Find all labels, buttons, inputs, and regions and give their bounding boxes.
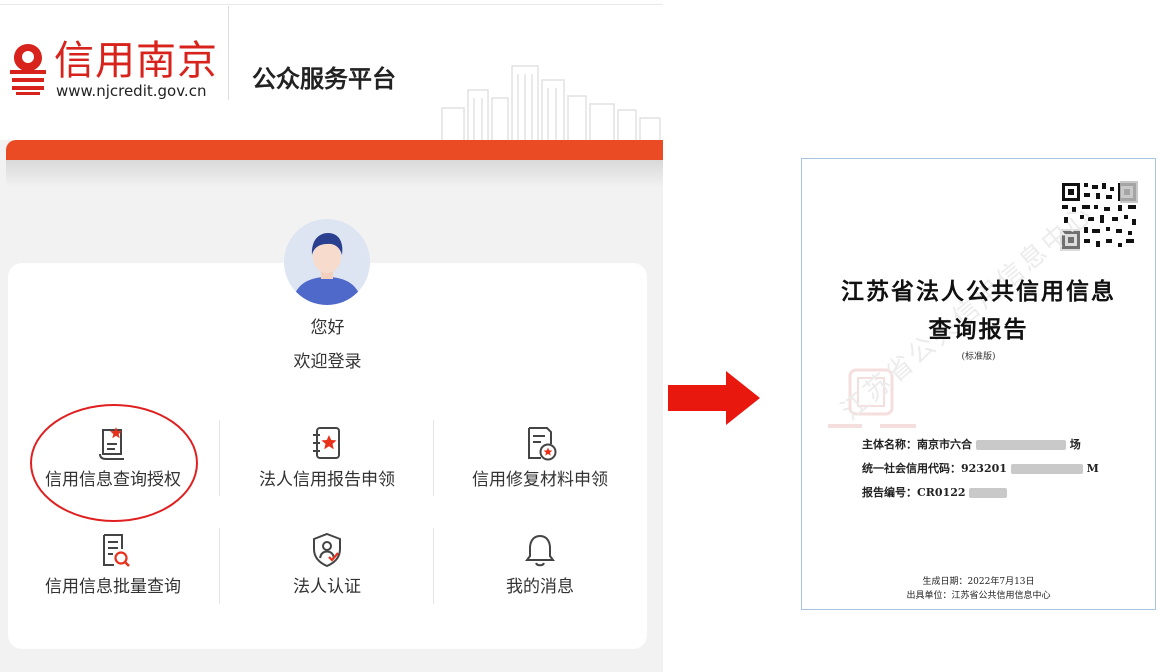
- right-arrow-icon: [668, 371, 760, 425]
- report-number-field: 报告编号：CR0122: [862, 486, 1008, 500]
- logo-emblem-icon: [10, 44, 46, 95]
- highlight-circle-annotation: [30, 404, 198, 522]
- header-divider-line: [0, 4, 663, 5]
- menu-item-my-messages[interactable]: 我的消息: [435, 531, 645, 617]
- redaction-bar: [969, 488, 1008, 498]
- logo-url: www.njcredit.gov.cn: [56, 82, 207, 100]
- report-title: 江苏省法人公共信用信息: [841, 278, 1116, 305]
- menu-item-batch-credit-query[interactable]: 信用信息批量查询: [8, 531, 218, 617]
- login-link[interactable]: 欢迎登录: [0, 350, 655, 374]
- report-number-label: 报告编号：: [862, 486, 917, 499]
- menu-item-label: 法人认证: [293, 577, 361, 597]
- banner-shadow: [6, 160, 663, 188]
- notebook-star-icon: [313, 427, 340, 459]
- menu-item-credit-repair-materials[interactable]: 信用修复材料申领: [435, 424, 645, 510]
- platform-title: 公众服务平台: [252, 65, 396, 93]
- menu-item-label: 信用修复材料申领: [472, 470, 608, 490]
- report-subtitle: 查询报告: [928, 316, 1029, 343]
- logo-title: 信用南京: [54, 38, 218, 84]
- user-avatar[interactable]: [284, 219, 370, 305]
- subject-name-field: 主体名称：南京市六合 场: [862, 438, 1081, 452]
- report-edition: (标准版): [961, 352, 996, 362]
- credit-code-suffix: M: [1086, 462, 1099, 475]
- subject-name-suffix: 场: [1069, 438, 1081, 451]
- user-avatar-icon: [284, 219, 370, 305]
- menu-divider: [219, 528, 220, 604]
- app-screen: 信用南京 www.njcredit.gov.cn 公众服务平台 您好 欢迎登录 …: [0, 0, 663, 672]
- report-issuer: 出具单位：江苏省公共信用信息中心: [906, 591, 1051, 601]
- header: 信用南京 www.njcredit.gov.cn 公众服务平台: [0, 0, 663, 142]
- credit-code-field: 统一社会信用代码：923201 M: [862, 462, 1099, 476]
- menu-item-corporate-certification[interactable]: 法人认证: [222, 531, 432, 617]
- menu-item-label: 信用信息批量查询: [45, 577, 181, 597]
- list-search-icon: [103, 534, 130, 567]
- menu-item-label: 我的消息: [506, 577, 574, 597]
- document-badge-icon: [528, 427, 557, 461]
- shield-user-icon: [313, 532, 341, 568]
- greeting-text: 您好: [310, 318, 345, 338]
- redaction-bar: [975, 440, 1066, 450]
- header-divider: [228, 6, 229, 100]
- subject-name-label: 主体名称：: [862, 438, 917, 451]
- menu-divider: [219, 420, 220, 496]
- subject-name-prefix: 南京市六合: [917, 438, 972, 451]
- redaction-bar: [1010, 464, 1083, 474]
- menu-item-label: 法人信用报告申领: [259, 470, 395, 490]
- orange-banner-bar: [6, 140, 663, 162]
- city-skyline-illustration: [441, 65, 661, 142]
- credit-code-prefix: 923201: [961, 462, 1007, 475]
- report-number-prefix: CR0122: [917, 486, 966, 499]
- menu-divider: [433, 528, 434, 604]
- menu-divider: [433, 420, 434, 496]
- bell-icon: [525, 534, 555, 567]
- menu-item-corporate-report-application[interactable]: 法人信用报告申领: [222, 424, 432, 510]
- credit-code-label: 统一社会信用代码：: [862, 462, 961, 475]
- report-date: 生成日期：2022年7月13日: [922, 577, 1035, 587]
- report-watermark: 江苏省公共信用信息中心: [835, 198, 1100, 427]
- credit-report-preview: 江苏省公共信用信息中心 江苏省法人公共信用信息 查询报告 (标准版) 主体名称：…: [801, 158, 1156, 610]
